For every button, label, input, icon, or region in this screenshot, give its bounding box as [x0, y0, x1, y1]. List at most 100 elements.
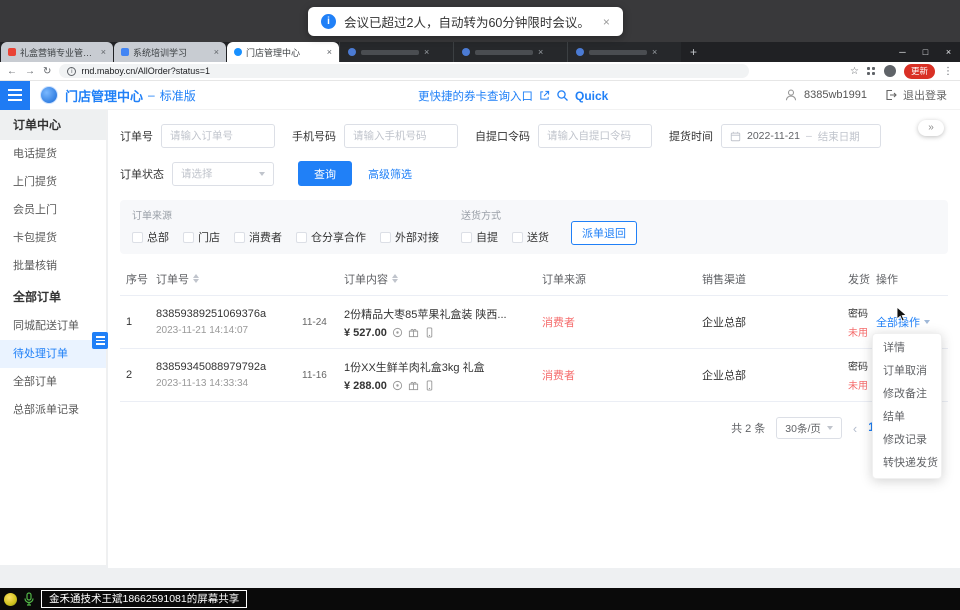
- window-minimize-button[interactable]: ─: [891, 42, 914, 62]
- sidebar-item-card-pickup[interactable]: 卡包提货: [0, 224, 106, 252]
- browser-tab-unreadable[interactable]: ×: [339, 42, 453, 62]
- checkbox-source-hq[interactable]: 总部: [132, 229, 169, 245]
- checkbox-source-external[interactable]: 外部对接: [380, 229, 439, 245]
- checkbox-label: 门店: [198, 229, 220, 245]
- site-info-icon[interactable]: i: [67, 67, 76, 76]
- page-size-select[interactable]: 30条/页: [776, 417, 842, 439]
- sidebar-item-phone-pickup[interactable]: 电话提货: [0, 140, 106, 168]
- toast-close-icon[interactable]: ×: [603, 15, 610, 29]
- url-bar[interactable]: i rnd.maboy.cn/AllOrder?status=1: [59, 64, 749, 78]
- coupon-query-entry-link[interactable]: 更快捷的券卡查询入口: [418, 88, 533, 104]
- share-app-icon: [4, 593, 17, 606]
- sidebar-item-batch-verify[interactable]: 批量核销: [0, 252, 106, 280]
- badge-icon[interactable]: [392, 380, 403, 391]
- sidebar-item-city-delivery-orders[interactable]: 同城配送订单: [0, 312, 106, 340]
- browser-profile-avatar[interactable]: [884, 65, 896, 77]
- date-end-placeholder[interactable]: 结束日期: [818, 129, 860, 144]
- tab-close-icon[interactable]: ×: [327, 47, 332, 57]
- search-button[interactable]: 查询: [298, 161, 352, 186]
- dispatch-return-button[interactable]: 派单退回: [571, 221, 637, 245]
- quick-search-link[interactable]: Quick: [575, 89, 608, 103]
- bookmark-star-icon[interactable]: ☆: [850, 66, 859, 77]
- menu-item-detail[interactable]: 详情: [873, 337, 941, 360]
- tab-close-icon[interactable]: ×: [652, 47, 657, 57]
- browser-tab-unreadable[interactable]: ×: [567, 42, 681, 62]
- tab-close-icon[interactable]: ×: [214, 47, 219, 57]
- search-icon[interactable]: [556, 89, 569, 102]
- username-label[interactable]: 8385wb1991: [804, 89, 867, 101]
- prev-page-button[interactable]: ‹: [853, 421, 857, 436]
- ship-line1: 密码: [848, 305, 870, 320]
- phone-icon[interactable]: [424, 327, 435, 338]
- browser-tab-unreadable[interactable]: ×: [453, 42, 567, 62]
- tab-close-icon[interactable]: ×: [101, 47, 106, 57]
- sidebar-item-hq-dispatch-records[interactable]: 总部派单记录: [0, 396, 106, 424]
- phone-input[interactable]: [344, 124, 458, 148]
- menu-item-cancel-order[interactable]: 订单取消: [873, 360, 941, 383]
- menu-item-edit-note[interactable]: 修改备注: [873, 383, 941, 406]
- sidebar-toggle-button[interactable]: [0, 81, 30, 110]
- advanced-filter-link[interactable]: 高级筛选: [368, 166, 412, 182]
- col-content[interactable]: 订单内容: [338, 271, 536, 287]
- extensions-icon[interactable]: [867, 67, 876, 76]
- browser-tab-giftbox[interactable]: 礼盒营销专业管理中心 ×: [1, 42, 113, 62]
- checkbox-source-consumer[interactable]: 消费者: [234, 229, 282, 245]
- tab-favicon: [348, 48, 356, 56]
- new-tab-button[interactable]: +: [681, 42, 706, 62]
- ship-status-cell: 密码 未用: [842, 305, 870, 339]
- browser-tab-training[interactable]: 系统培训学习 ×: [114, 42, 226, 62]
- order-content-cell: 1份XX生鲜羊肉礼盒3kg 礼盒 ¥ 288.00: [338, 359, 536, 392]
- page-size-value: 30条/页: [785, 421, 821, 436]
- tab-close-icon[interactable]: ×: [538, 47, 543, 57]
- order-no-input[interactable]: [161, 124, 275, 148]
- pickup-date-range-picker[interactable]: 2022-11-21 – 结束日期: [721, 124, 881, 148]
- badge-icon[interactable]: [392, 327, 403, 338]
- gift-icon[interactable]: [408, 380, 419, 391]
- browser-update-button[interactable]: 更新: [904, 64, 935, 79]
- menu-item-edit-history[interactable]: 修改记录: [873, 429, 941, 452]
- date-start-value[interactable]: 2022-11-21: [747, 130, 800, 142]
- microphone-icon: [23, 592, 35, 606]
- gift-icon[interactable]: [408, 327, 419, 338]
- reload-icon[interactable]: ↻: [43, 62, 51, 81]
- sidebar-item-member-visit[interactable]: 会员上门: [0, 196, 106, 224]
- logout-button[interactable]: 退出登录: [903, 87, 947, 103]
- menu-item-settle[interactable]: 结单: [873, 406, 941, 429]
- sidebar-item-pending-orders[interactable]: 待处理订单: [0, 340, 106, 368]
- checkbox-source-warehouse-share[interactable]: 仓分享合作: [296, 229, 366, 245]
- browser-menu-icon[interactable]: ⋮: [943, 66, 953, 77]
- table-row: 2 83859345088979792a 2023-11-13 14:33:34…: [120, 349, 948, 402]
- phone-icon[interactable]: [424, 380, 435, 391]
- meeting-toast-message: 会议已超过2人，自动转为60分钟限时会议。: [344, 12, 590, 31]
- sidebar-item-all-orders[interactable]: 全部订单: [0, 368, 106, 396]
- window-maximize-button[interactable]: □: [914, 42, 937, 62]
- order-no: 83859345088979792a: [156, 361, 296, 373]
- checkbox-delivery-deliver[interactable]: 送货: [512, 229, 549, 245]
- sort-icon[interactable]: [193, 274, 199, 284]
- col-order-no[interactable]: 订单号: [150, 271, 296, 287]
- menu-item-express-ship[interactable]: 转快递发货: [873, 452, 941, 475]
- sidebar-section-order-center[interactable]: 订单中心: [0, 110, 106, 140]
- col-ship: 发货: [842, 271, 870, 287]
- tab-close-icon[interactable]: ×: [424, 47, 429, 57]
- window-close-button[interactable]: ×: [937, 42, 960, 62]
- order-status-select[interactable]: 请选择: [172, 162, 274, 186]
- orders-table-header: 序号 订单号 订单内容 订单来源 销售渠道 发货 操作: [120, 262, 948, 296]
- back-icon[interactable]: ←: [7, 62, 17, 81]
- drawer-collapse-button[interactable]: »: [918, 120, 944, 136]
- sidebar-collapse-handle[interactable]: [92, 332, 108, 349]
- checkbox-delivery-selfpickup[interactable]: 自提: [461, 229, 498, 245]
- browser-tab-store-active[interactable]: 门店管理中心 ×: [227, 42, 339, 62]
- sidebar-item-door-pickup[interactable]: 上门提货: [0, 168, 106, 196]
- quick-filter-panel: 订单来源 总部 门店 消费者 仓分享合作 外部对接 送货方式 自提 送货 派单退…: [120, 200, 948, 254]
- total-count-label: 共 2 条: [731, 420, 765, 436]
- app-logo: [40, 86, 58, 104]
- forward-icon[interactable]: →: [25, 62, 35, 81]
- pickup-code-input[interactable]: [538, 124, 652, 148]
- order-source-group-label: 订单来源: [132, 207, 439, 222]
- checkbox-icon: [132, 232, 143, 243]
- row-index: 1: [120, 316, 150, 328]
- checkbox-source-store[interactable]: 门店: [183, 229, 220, 245]
- sort-icon[interactable]: [392, 274, 398, 284]
- sidebar-section-all-orders[interactable]: 全部订单: [0, 282, 106, 312]
